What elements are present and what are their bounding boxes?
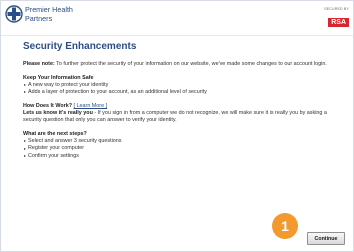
next-steps-heading: What are the next steps? — [23, 130, 87, 137]
intro-text: To further protect the security of your … — [56, 61, 327, 67]
learn-more-link[interactable]: [ Learn More ] — [74, 103, 108, 109]
intro-lead: Please note: — [23, 61, 55, 67]
header-divider — [1, 35, 353, 36]
list-item: Confirm your settings — [23, 153, 339, 160]
how-section: How Does It Work? [ Learn More ] Lets us… — [23, 103, 339, 125]
list-item: A new way to protect your identity — [23, 82, 339, 89]
continue-button[interactable]: Continue — [307, 232, 345, 245]
brand-name: Premier Health Partners — [25, 5, 73, 23]
next-steps-section: What are the next steps? Select and answ… — [23, 131, 339, 160]
keep-safe-list: A new way to protect your identity Adds … — [23, 82, 339, 96]
next-steps-list: Select and answer 3 security questions R… — [23, 138, 339, 160]
header: Premier Health Partners SECURED BY RSA — [1, 1, 353, 35]
step-number-badge: 1 — [272, 213, 298, 239]
keep-safe-section: Keep Your Information Safe A new way to … — [23, 75, 339, 97]
how-lead: Lets us know it's really you — [23, 110, 93, 117]
page-title: Security Enhancements — [23, 41, 137, 52]
list-item: Adds a layer of protection to your accou… — [23, 89, 339, 96]
intro-paragraph: Please note: To further protect the secu… — [23, 61, 339, 68]
security-enhancements-page: Premier Health Partners SECURED BY RSA S… — [0, 0, 354, 252]
list-item: Register your computer — [23, 145, 339, 152]
brand-name-line2: Partners — [25, 13, 53, 23]
how-heading: How Does It Work? — [23, 102, 73, 109]
main-content: Please note: To further protect the secu… — [23, 61, 339, 160]
rsa-logo: RSA — [328, 18, 349, 27]
secured-badge: SECURED BY RSA — [324, 7, 349, 29]
secured-label: SECURED BY — [324, 7, 349, 11]
premier-health-logo-icon — [5, 5, 23, 23]
keep-safe-heading: Keep Your Information Safe — [23, 74, 94, 81]
list-item: Select and answer 3 security questions — [23, 138, 339, 145]
